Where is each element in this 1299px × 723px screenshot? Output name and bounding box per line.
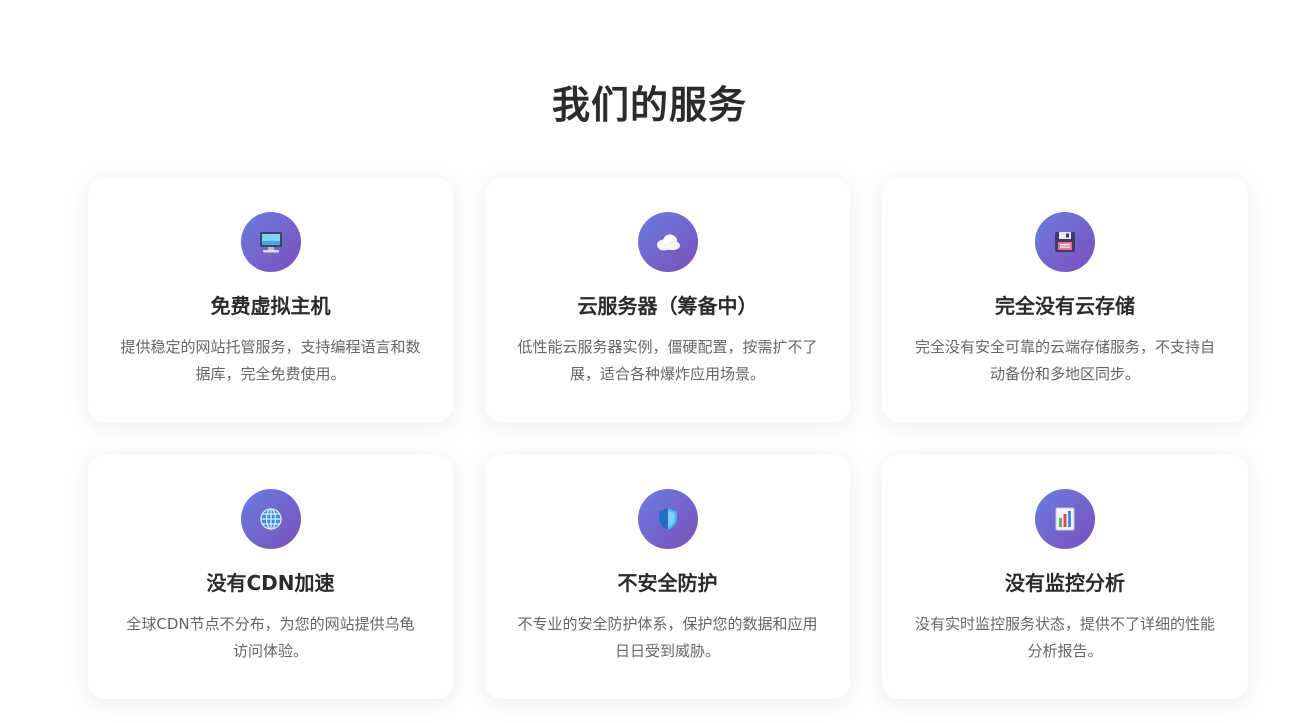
service-title: 没有监控分析 [1005,571,1125,595]
service-description: 低性能云服务器实例，僵硬配置，按需扩不了展，适合各种爆炸应用场景。 [517,338,818,383]
service-card-cloud-storage[interactable]: 完全没有云存储 完全没有安全可靠的云端存储服务，不支持自动备份和多地区同步。 [882,178,1248,422]
service-title: 免费虚拟主机 [210,294,331,318]
service-description: 不专业的安全防护体系，保护您的数据和应用日日受到威胁。 [517,615,818,660]
service-card-monitoring[interactable]: 没有监控分析 没有实时监控服务状态，提供不了详细的性能分析报告。 [882,455,1248,699]
services-grid: 免费虚拟主机 提供稳定的网站托管服务，支持编程语言和数据库，完全免费使用。 云服… [88,178,1248,699]
service-card-cdn[interactable]: 没有CDN加速 全球CDN节点不分布，为您的网站提供乌龟访问体验。 [88,455,453,699]
shield-icon [637,489,698,549]
service-description: 完全没有安全可靠的云端存储服务，不支持自动备份和多地区同步。 [915,338,1216,383]
service-description: 提供稳定的网站托管服务，支持编程语言和数据库，完全免费使用。 [120,338,421,383]
service-card-virtual-host[interactable]: 免费虚拟主机 提供稳定的网站托管服务，支持编程语言和数据库，完全免费使用。 [88,178,453,422]
service-description: 没有实时监控服务状态，提供不了详细的性能分析报告。 [915,615,1216,660]
monitor-icon [240,212,301,272]
service-title: 云服务器（筹备中） [577,294,758,318]
service-description: 全球CDN节点不分布，为您的网站提供乌龟访问体验。 [126,615,415,660]
service-title: 不安全防护 [617,571,718,595]
services-section: 我们的服务 免费虚拟主机 提供稳定的网站托管服务，支持编程语言和数据库，完全免费… [0,0,1299,723]
bar-chart-icon [1035,489,1095,549]
section-title: 我们的服务 [551,83,747,127]
service-card-cloud-server[interactable]: 云服务器（筹备中） 低性能云服务器实例，僵硬配置，按需扩不了展，适合各种爆炸应用… [485,178,850,422]
service-title: 完全没有云存储 [995,294,1135,318]
globe-icon [240,489,301,549]
service-title: 没有CDN加速 [206,571,335,595]
cloud-icon [637,212,698,272]
service-card-security[interactable]: 不安全防护 不专业的安全防护体系，保护您的数据和应用日日受到威胁。 [485,455,850,699]
floppy-disk-icon [1035,212,1095,272]
